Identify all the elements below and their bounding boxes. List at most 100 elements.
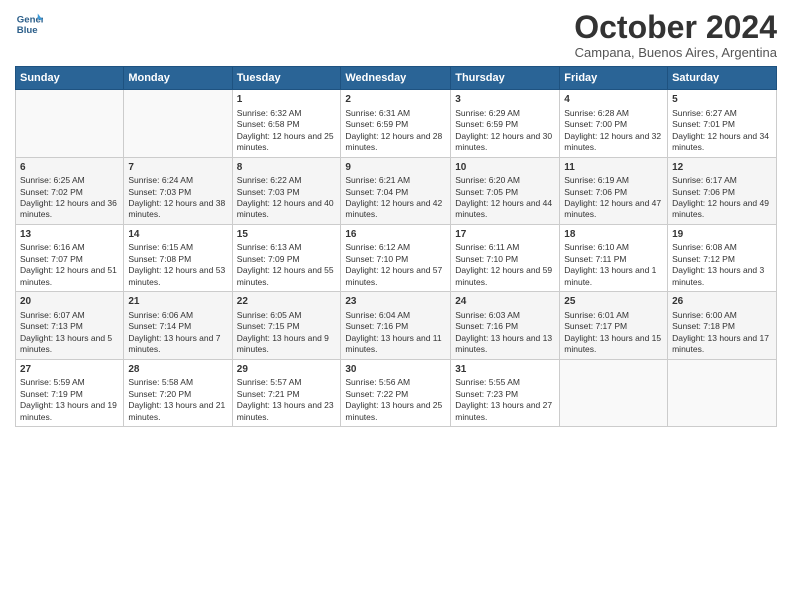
calendar-header-row: SundayMondayTuesdayWednesdayThursdayFrid… <box>16 67 777 90</box>
day-info: Sunrise: 6:15 AMSunset: 7:08 PMDaylight:… <box>128 242 227 288</box>
calendar-week-4: 20Sunrise: 6:07 AMSunset: 7:13 PMDayligh… <box>16 292 777 359</box>
calendar-cell: 27Sunrise: 5:59 AMSunset: 7:19 PMDayligh… <box>16 359 124 426</box>
day-info: Sunrise: 6:11 AMSunset: 7:10 PMDaylight:… <box>455 242 555 288</box>
title-block: October 2024 Campana, Buenos Aires, Arge… <box>574 10 777 60</box>
calendar-cell: 24Sunrise: 6:03 AMSunset: 7:16 PMDayligh… <box>451 292 560 359</box>
day-number: 11 <box>564 161 663 175</box>
day-number: 27 <box>20 363 119 377</box>
day-info: Sunrise: 6:03 AMSunset: 7:16 PMDaylight:… <box>455 310 555 356</box>
day-number: 5 <box>672 93 772 107</box>
location-subtitle: Campana, Buenos Aires, Argentina <box>574 45 777 60</box>
month-title: October 2024 <box>574 10 777 45</box>
day-number: 8 <box>237 161 337 175</box>
logo: General Blue General Blue <box>15 10 43 38</box>
day-number: 28 <box>128 363 227 377</box>
day-info: Sunrise: 6:13 AMSunset: 7:09 PMDaylight:… <box>237 242 337 288</box>
calendar-cell: 20Sunrise: 6:07 AMSunset: 7:13 PMDayligh… <box>16 292 124 359</box>
day-number: 25 <box>564 295 663 309</box>
col-header-tuesday: Tuesday <box>232 67 341 90</box>
calendar-cell <box>124 90 232 157</box>
day-info: Sunrise: 6:06 AMSunset: 7:14 PMDaylight:… <box>128 310 227 356</box>
day-number: 21 <box>128 295 227 309</box>
day-number: 24 <box>455 295 555 309</box>
day-info: Sunrise: 6:17 AMSunset: 7:06 PMDaylight:… <box>672 175 772 221</box>
day-info: Sunrise: 5:59 AMSunset: 7:19 PMDaylight:… <box>20 377 119 423</box>
calendar-week-5: 27Sunrise: 5:59 AMSunset: 7:19 PMDayligh… <box>16 359 777 426</box>
calendar-cell <box>668 359 777 426</box>
day-number: 26 <box>672 295 772 309</box>
day-number: 17 <box>455 228 555 242</box>
day-number: 30 <box>345 363 446 377</box>
day-number: 20 <box>20 295 119 309</box>
day-number: 7 <box>128 161 227 175</box>
day-info: Sunrise: 5:56 AMSunset: 7:22 PMDaylight:… <box>345 377 446 423</box>
day-number: 15 <box>237 228 337 242</box>
day-info: Sunrise: 6:25 AMSunset: 7:02 PMDaylight:… <box>20 175 119 221</box>
day-info: Sunrise: 6:22 AMSunset: 7:03 PMDaylight:… <box>237 175 337 221</box>
calendar-cell: 22Sunrise: 6:05 AMSunset: 7:15 PMDayligh… <box>232 292 341 359</box>
calendar-cell: 4Sunrise: 6:28 AMSunset: 7:00 PMDaylight… <box>560 90 668 157</box>
calendar-cell: 15Sunrise: 6:13 AMSunset: 7:09 PMDayligh… <box>232 224 341 291</box>
col-header-thursday: Thursday <box>451 67 560 90</box>
day-number: 31 <box>455 363 555 377</box>
day-number: 6 <box>20 161 119 175</box>
calendar-cell: 30Sunrise: 5:56 AMSunset: 7:22 PMDayligh… <box>341 359 451 426</box>
day-number: 29 <box>237 363 337 377</box>
day-info: Sunrise: 6:16 AMSunset: 7:07 PMDaylight:… <box>20 242 119 288</box>
calendar-cell: 31Sunrise: 5:55 AMSunset: 7:23 PMDayligh… <box>451 359 560 426</box>
calendar-cell: 21Sunrise: 6:06 AMSunset: 7:14 PMDayligh… <box>124 292 232 359</box>
calendar-cell: 25Sunrise: 6:01 AMSunset: 7:17 PMDayligh… <box>560 292 668 359</box>
calendar-cell: 29Sunrise: 5:57 AMSunset: 7:21 PMDayligh… <box>232 359 341 426</box>
calendar-cell: 16Sunrise: 6:12 AMSunset: 7:10 PMDayligh… <box>341 224 451 291</box>
logo-icon: General Blue <box>15 10 43 38</box>
day-info: Sunrise: 6:19 AMSunset: 7:06 PMDaylight:… <box>564 175 663 221</box>
day-number: 9 <box>345 161 446 175</box>
day-info: Sunrise: 6:28 AMSunset: 7:00 PMDaylight:… <box>564 108 663 154</box>
day-number: 23 <box>345 295 446 309</box>
calendar-cell: 23Sunrise: 6:04 AMSunset: 7:16 PMDayligh… <box>341 292 451 359</box>
calendar-cell: 17Sunrise: 6:11 AMSunset: 7:10 PMDayligh… <box>451 224 560 291</box>
calendar-page: General Blue General Blue October 2024 C… <box>0 0 792 612</box>
col-header-saturday: Saturday <box>668 67 777 90</box>
calendar-cell: 19Sunrise: 6:08 AMSunset: 7:12 PMDayligh… <box>668 224 777 291</box>
day-number: 22 <box>237 295 337 309</box>
day-info: Sunrise: 6:32 AMSunset: 6:58 PMDaylight:… <box>237 108 337 154</box>
calendar-cell: 6Sunrise: 6:25 AMSunset: 7:02 PMDaylight… <box>16 157 124 224</box>
calendar-cell <box>16 90 124 157</box>
day-info: Sunrise: 6:29 AMSunset: 6:59 PMDaylight:… <box>455 108 555 154</box>
day-info: Sunrise: 5:55 AMSunset: 7:23 PMDaylight:… <box>455 377 555 423</box>
calendar-week-1: 1Sunrise: 6:32 AMSunset: 6:58 PMDaylight… <box>16 90 777 157</box>
calendar-cell: 2Sunrise: 6:31 AMSunset: 6:59 PMDaylight… <box>341 90 451 157</box>
calendar-cell: 1Sunrise: 6:32 AMSunset: 6:58 PMDaylight… <box>232 90 341 157</box>
calendar-week-3: 13Sunrise: 6:16 AMSunset: 7:07 PMDayligh… <box>16 224 777 291</box>
day-info: Sunrise: 5:57 AMSunset: 7:21 PMDaylight:… <box>237 377 337 423</box>
day-number: 3 <box>455 93 555 107</box>
day-number: 10 <box>455 161 555 175</box>
calendar-cell: 12Sunrise: 6:17 AMSunset: 7:06 PMDayligh… <box>668 157 777 224</box>
calendar-cell: 3Sunrise: 6:29 AMSunset: 6:59 PMDaylight… <box>451 90 560 157</box>
calendar-cell <box>560 359 668 426</box>
day-info: Sunrise: 6:27 AMSunset: 7:01 PMDaylight:… <box>672 108 772 154</box>
calendar-cell: 28Sunrise: 5:58 AMSunset: 7:20 PMDayligh… <box>124 359 232 426</box>
day-number: 1 <box>237 93 337 107</box>
col-header-sunday: Sunday <box>16 67 124 90</box>
col-header-monday: Monday <box>124 67 232 90</box>
day-number: 4 <box>564 93 663 107</box>
calendar-cell: 26Sunrise: 6:00 AMSunset: 7:18 PMDayligh… <box>668 292 777 359</box>
calendar-week-2: 6Sunrise: 6:25 AMSunset: 7:02 PMDaylight… <box>16 157 777 224</box>
day-info: Sunrise: 6:12 AMSunset: 7:10 PMDaylight:… <box>345 242 446 288</box>
day-info: Sunrise: 6:00 AMSunset: 7:18 PMDaylight:… <box>672 310 772 356</box>
day-number: 14 <box>128 228 227 242</box>
calendar-cell: 10Sunrise: 6:20 AMSunset: 7:05 PMDayligh… <box>451 157 560 224</box>
day-info: Sunrise: 5:58 AMSunset: 7:20 PMDaylight:… <box>128 377 227 423</box>
day-info: Sunrise: 6:01 AMSunset: 7:17 PMDaylight:… <box>564 310 663 356</box>
header: General Blue General Blue October 2024 C… <box>15 10 777 60</box>
day-number: 16 <box>345 228 446 242</box>
day-info: Sunrise: 6:05 AMSunset: 7:15 PMDaylight:… <box>237 310 337 356</box>
day-info: Sunrise: 6:07 AMSunset: 7:13 PMDaylight:… <box>20 310 119 356</box>
day-info: Sunrise: 6:04 AMSunset: 7:16 PMDaylight:… <box>345 310 446 356</box>
calendar-table: SundayMondayTuesdayWednesdayThursdayFrid… <box>15 66 777 427</box>
day-info: Sunrise: 6:21 AMSunset: 7:04 PMDaylight:… <box>345 175 446 221</box>
day-number: 13 <box>20 228 119 242</box>
calendar-cell: 14Sunrise: 6:15 AMSunset: 7:08 PMDayligh… <box>124 224 232 291</box>
